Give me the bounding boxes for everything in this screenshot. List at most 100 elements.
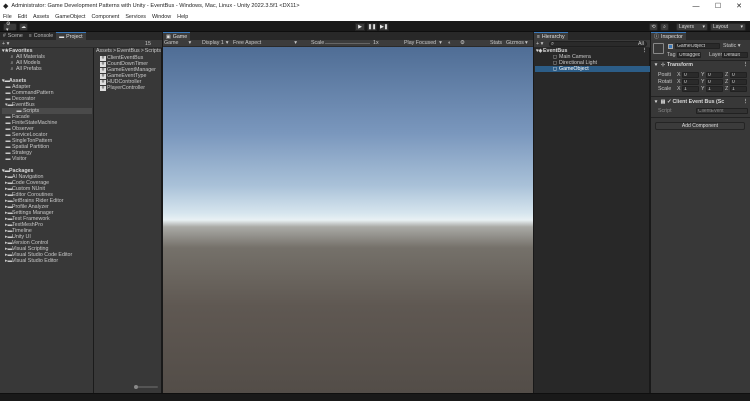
- transform-scale-x-field[interactable]: 1: [682, 86, 699, 92]
- csharp-script-icon: #: [100, 66, 106, 73]
- more-icon[interactable]: ⋮: [743, 62, 748, 68]
- play-button[interactable]: ▶: [355, 22, 365, 31]
- scale-slider[interactable]: [325, 43, 370, 44]
- minimize-button[interactable]: —: [685, 0, 707, 12]
- menu-edit[interactable]: Edit: [18, 14, 27, 20]
- layers-label: Layers: [679, 23, 695, 30]
- separator: [651, 96, 750, 97]
- menu-component[interactable]: Component: [91, 14, 119, 20]
- inspector-panel: [651, 40, 750, 393]
- maximize-button[interactable]: ☐: [707, 0, 729, 12]
- script-label: Script: [658, 108, 672, 114]
- object-name-field[interactable]: GameObject: [675, 43, 720, 49]
- tab-scene[interactable]: # Scene: [0, 32, 26, 40]
- tab-project[interactable]: ▬ Project: [56, 32, 86, 40]
- project-split-divider[interactable]: [93, 48, 94, 393]
- gamepad-icon: ▣: [166, 33, 171, 40]
- hierarchy-add-button[interactable]: + ▾: [536, 41, 543, 47]
- active-checkbox[interactable]: [668, 44, 673, 49]
- separator: [651, 60, 750, 61]
- package-visual-studio-editor[interactable]: ▸▬ Visual Studio Editor: [2, 258, 58, 264]
- transform-position-x-field[interactable]: 0: [682, 72, 699, 78]
- search-icon[interactable]: ⌕: [660, 22, 669, 31]
- play-mode-dropdown[interactable]: Play Focused ▾: [404, 40, 442, 46]
- folder-icon: ▬: [59, 33, 65, 40]
- stats-button[interactable]: Stats: [490, 40, 502, 46]
- settings-icon[interactable]: ⚙: [460, 40, 465, 46]
- transform-position-z-field[interactable]: 0: [730, 72, 747, 78]
- search-icon: ⌕: [551, 40, 554, 47]
- menu-file[interactable]: File: [3, 14, 12, 20]
- audio-icon[interactable]: ◐: [448, 40, 451, 46]
- static-dropdown[interactable]: Static ▾: [723, 43, 740, 49]
- transform-rotation-x-field[interactable]: 0: [682, 79, 699, 85]
- layers-dropdown[interactable]: Layers ▾: [676, 22, 708, 31]
- transform-rotation-label: Rotati: [658, 79, 672, 85]
- favorite-item[interactable]: ⌕ All Prefabs: [9, 66, 42, 72]
- chevron-down-icon: ▾: [702, 23, 705, 30]
- tab-inspector[interactable]: ⓘ Inspector: [651, 32, 686, 40]
- main-toolbar: ⚙ ▾ ☁ ▶ ❚❚ ▶❚ ⟲ ⌕ Layers ▾ Layout ▾: [0, 21, 750, 33]
- csharp-script-icon: #: [100, 54, 106, 61]
- script-field: ClientEvent: [696, 108, 748, 114]
- layout-dropdown[interactable]: Layout ▾: [710, 22, 746, 31]
- game-mode-dropdown[interactable]: Game ▾: [164, 40, 191, 46]
- layout-label: Layout: [713, 23, 729, 30]
- transform-scale-label: Scale: [658, 86, 672, 92]
- chevron-down-icon: ▾: [740, 23, 743, 30]
- more-icon[interactable]: ⋮: [743, 99, 748, 105]
- tab-hierarchy[interactable]: ≡ Hierarchy: [534, 32, 568, 40]
- tab-game[interactable]: ▣ Game: [163, 32, 191, 40]
- aspect-dropdown[interactable]: Free Aspect ▾: [233, 40, 297, 46]
- script-icon: ▤: [660, 99, 666, 105]
- asset-folder-visitor[interactable]: ▬ Visitor: [2, 156, 27, 162]
- tag-dropdown[interactable]: Untagged: [677, 52, 701, 58]
- transform-header[interactable]: ▾ ⊹ Transform ⋮: [653, 62, 748, 68]
- separator: [651, 117, 750, 118]
- search-icon: ⌕: [10, 66, 14, 72]
- transform-scale-z-field[interactable]: 1: [730, 86, 747, 92]
- display-dropdown[interactable]: Display 1 ▾: [202, 40, 228, 46]
- cloud-icon[interactable]: ☁: [19, 22, 28, 31]
- menu-gameobject[interactable]: GameObject: [55, 14, 85, 20]
- history-icon[interactable]: ⟲: [649, 22, 658, 31]
- client-event-bus-header[interactable]: ▾ ▤ ✓ Client Event Bus (Sc ⋮: [653, 99, 748, 105]
- scale-value: 1x: [373, 40, 379, 46]
- csharp-script-icon: #: [100, 72, 106, 79]
- transform-position-y-field[interactable]: 0: [706, 72, 723, 78]
- menu-help[interactable]: Help: [177, 14, 188, 20]
- hierarchy-all-label: All: [638, 41, 644, 47]
- axis-label: Z: [725, 86, 729, 92]
- hierarchy-search-input[interactable]: ⌕ All: [549, 41, 647, 47]
- menu-assets[interactable]: Assets: [33, 14, 49, 20]
- csharp-script-icon: #: [100, 60, 106, 67]
- breadcrumb-scripts[interactable]: Scripts: [145, 48, 161, 54]
- component-enabled-checkbox[interactable]: ✓: [667, 99, 671, 105]
- account-button[interactable]: ⚙ ▾: [3, 21, 17, 33]
- close-button[interactable]: ✕: [728, 0, 750, 12]
- layer-dropdown[interactable]: Default: [722, 52, 748, 58]
- more-icon[interactable]: ⋮: [642, 48, 647, 54]
- step-button[interactable]: ▶❚: [379, 22, 389, 31]
- folder-icon: ▸▬: [5, 258, 13, 264]
- chevron-down-icon: ▾: [654, 99, 658, 105]
- pause-button[interactable]: ❚❚: [367, 22, 377, 31]
- menu-window[interactable]: Window: [152, 14, 171, 20]
- breadcrumb-assets[interactable]: Assets: [96, 48, 112, 54]
- transform-rotation-z-field[interactable]: 0: [730, 79, 747, 85]
- info-icon: ⓘ: [654, 34, 660, 40]
- add-component-button[interactable]: Add Component: [655, 122, 745, 130]
- hierarchy-item-gameobject[interactable]: ◻ GameObject: [535, 66, 650, 72]
- tab-console[interactable]: ≡ Console: [25, 32, 57, 40]
- script-file[interactable]: # PlayerController: [100, 85, 145, 91]
- icon-size-slider[interactable]: [135, 386, 158, 388]
- unity-scene-icon: ▾◈: [536, 48, 543, 54]
- transform-scale-y-field[interactable]: 1: [706, 86, 723, 92]
- game-viewport[interactable]: [163, 47, 533, 393]
- breadcrumb-eventbus[interactable]: EventBus: [117, 48, 140, 54]
- project-add-button[interactable]: + ▾: [2, 41, 9, 47]
- menu-services[interactable]: Services: [125, 14, 146, 20]
- gizmos-button[interactable]: Gizmos ▾: [506, 40, 528, 46]
- transform-rotation-y-field[interactable]: 0: [706, 79, 723, 85]
- icon-size-slider-handle[interactable]: [134, 385, 138, 389]
